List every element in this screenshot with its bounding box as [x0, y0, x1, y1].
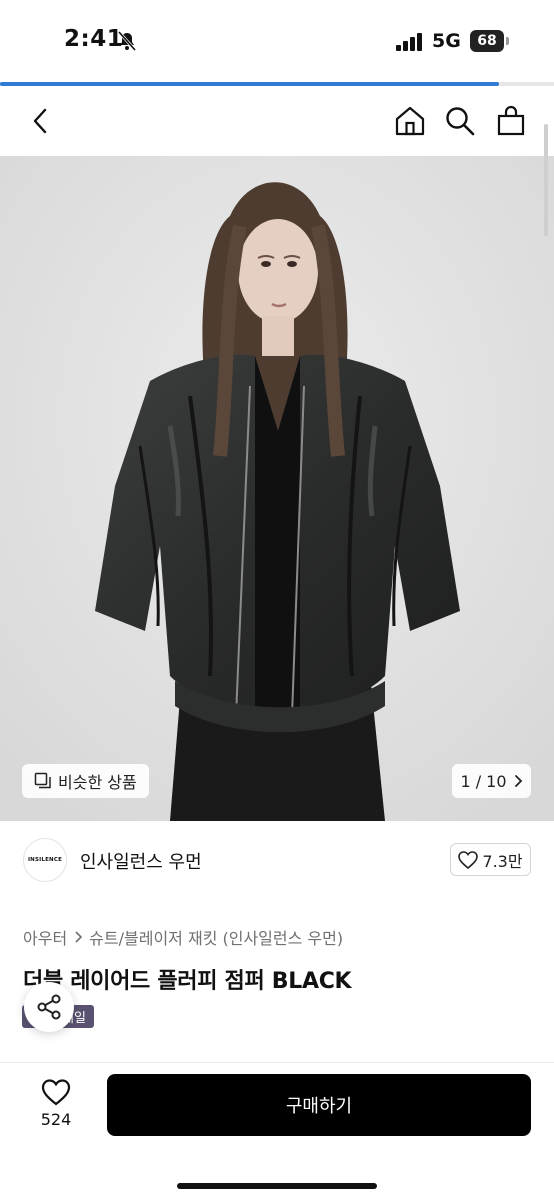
breadcrumb: 아우터 슈트/블레이저 재킷 (인사일런스 우먼) — [23, 925, 343, 949]
brand-logo[interactable]: INSILENCE — [23, 838, 67, 882]
status-bar: 2:41 5G 68 — [0, 0, 554, 82]
product-photo — [0, 156, 554, 821]
battery-icon: 68 — [470, 30, 504, 52]
bell-slash-icon — [117, 31, 137, 51]
bottom-action-bar: 524 구매하기 — [0, 1062, 554, 1200]
chevron-right-icon — [514, 775, 522, 787]
buy-button[interactable]: 구매하기 — [107, 1074, 531, 1136]
signal-icon — [396, 33, 422, 51]
home-button[interactable] — [393, 104, 427, 138]
product-title: 더블 레이어드 플러피 점퍼 BLACK — [23, 969, 352, 994]
shopping-bag-icon — [497, 105, 525, 136]
cart-button[interactable] — [494, 104, 528, 138]
back-button[interactable] — [23, 104, 57, 138]
heart-icon — [458, 850, 479, 869]
status-time: 2:41 — [64, 26, 124, 52]
wishlist-count: 524 — [40, 1110, 72, 1129]
image-counter[interactable]: 1 / 10 — [452, 764, 531, 798]
breadcrumb-category[interactable]: 아우터 — [23, 925, 67, 949]
search-icon — [446, 107, 475, 136]
top-nav — [0, 86, 554, 156]
home-icon — [395, 106, 425, 136]
similar-products-label: 비슷한 상품 — [58, 773, 137, 792]
chevron-right-icon — [75, 931, 83, 943]
wishlist-button[interactable]: 524 — [26, 1079, 86, 1135]
brand-like-count: 7.3만 — [482, 851, 523, 871]
breadcrumb-subcategory[interactable]: 슈트/블레이저 재킷 (인사일런스 우먼) — [89, 925, 343, 949]
brand-like-button[interactable]: 7.3만 — [450, 843, 531, 876]
share-icon — [37, 994, 61, 1020]
chevron-left-icon — [33, 108, 47, 134]
scroll-indicator[interactable] — [544, 124, 548, 236]
brand-logo-text: INSILENCE — [27, 857, 63, 863]
seller-row: INSILENCE 인사일런스 우먼 7.3만 — [0, 830, 554, 890]
share-button[interactable] — [24, 982, 74, 1032]
battery-cap — [506, 37, 509, 45]
heart-icon — [41, 1079, 71, 1106]
product-image-gallery[interactable]: 비슷한 상품 1 / 10 — [0, 156, 554, 821]
similar-products-button[interactable]: 비슷한 상품 — [22, 764, 149, 798]
image-counter-text: 1 / 10 — [460, 771, 507, 791]
network-label: 5G — [432, 30, 461, 52]
copy-icon — [34, 772, 51, 789]
search-button[interactable] — [443, 104, 477, 138]
home-indicator — [177, 1183, 377, 1189]
seller-name[interactable]: 인사일런스 우먼 — [80, 848, 202, 874]
